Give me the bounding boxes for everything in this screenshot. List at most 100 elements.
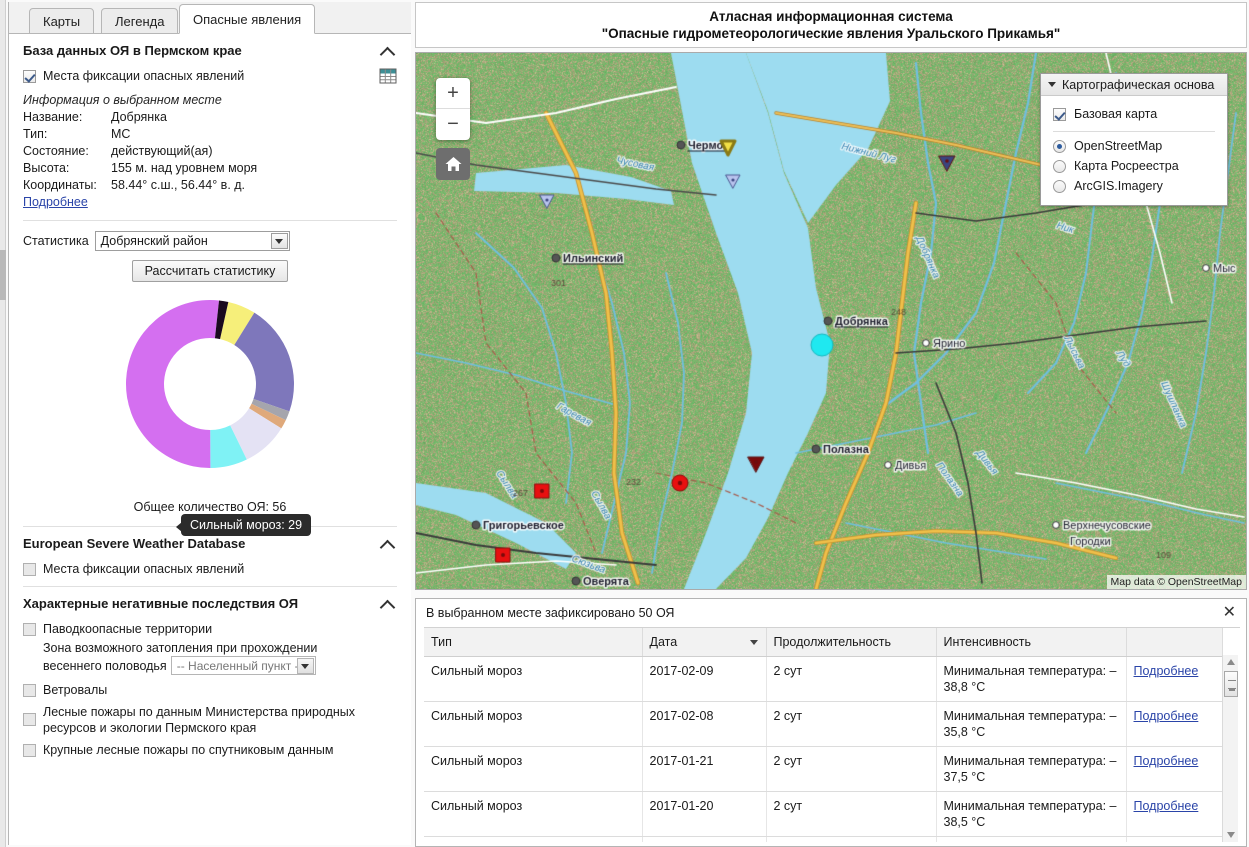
region-select-value: Добрянский район [100,234,208,248]
info-key: Высота: [23,161,70,175]
events-table-panel: В выбранном месте зафиксировано 50 ОЯ ✕ … [415,598,1247,847]
flood-settlement-row: весеннего половодья -- Населенный пункт … [9,656,411,675]
info-key: Состояние: [23,144,89,158]
basemap-checkbox[interactable] [1053,107,1066,121]
events-table-header: В выбранном месте зафиксировано 50 ОЯ ✕ [416,599,1246,627]
info-value: МС [111,127,131,141]
layer-control-title: Картографическая основа [1062,77,1215,92]
table-row[interactable]: Сильный мороз 2017-02-08 2 сут Минимальная … [424,701,1223,747]
satellite-fires-checkbox[interactable] [23,744,36,757]
eswd-places-label: Места фиксации опасных явлений [43,562,245,576]
cell-duration: 2 сут [766,701,937,747]
eswd-places-checkbox[interactable] [23,563,36,576]
table-row[interactable]: Сильный мороз 2017-02-09 2 сут Минимальная … [424,656,1223,702]
scroll-up-button[interactable] [1223,655,1239,669]
map-attribution: Map data © OpenStreetMap [1106,575,1246,589]
radio-osm[interactable] [1053,139,1066,153]
windfall-row: Ветровалы [9,679,411,701]
cell-intensity: Минимальная температура: –38,5 °С [936,791,1127,837]
windfall-checkbox[interactable] [23,684,36,697]
events-grid: Тип Дата Продолжительность Интенсивность… [424,627,1240,842]
cell-duration: 12 ч [766,836,937,842]
page-title-line2: "Опасные гидрометеорологические явления … [601,26,1061,41]
scroll-down-button[interactable] [1223,828,1239,842]
consequences-section-header: Характерные негативные последствия ОЯ [9,587,411,618]
info-row: Высота: 155 м. над уровнем моря [23,160,397,177]
details-link[interactable]: Подробнее [1134,664,1199,678]
satellite-fires-row: Крупные лесные пожары по спутниковым дан… [9,739,411,761]
cell-intensity: Количество осадков: 32 мм [936,836,1127,842]
table-scrollbar[interactable] [1222,655,1238,842]
cell-details-link[interactable]: Подробнее [1126,791,1223,837]
home-button[interactable] [436,148,470,180]
map-view[interactable]: + − Картографическая основа Базовая карт… [415,52,1247,590]
zoom-out-button[interactable]: − [436,109,470,140]
settlement-select[interactable]: -- Населенный пункт -- [170,656,316,675]
chevron-down-icon[interactable] [270,233,288,249]
cell-details-link[interactable]: Подробнее [1126,701,1223,747]
db-places-label: Места фиксации опасных явлений [43,69,245,83]
db-section-header: База данных ОЯ в Пермском крае [9,34,411,65]
db-places-checkbox[interactable] [23,70,36,83]
table-row[interactable]: Сильный мороз 2017-01-21 2 сут Минимальная … [424,746,1223,792]
calculate-statistics-button[interactable]: Рассчитать статистику [131,260,289,282]
cell-type: Очень сильный дождь [424,836,643,842]
chevron-up-icon[interactable] [379,597,397,611]
sort-descending-icon[interactable] [749,640,758,645]
flood-areas-checkbox[interactable] [23,623,36,636]
column-header-intensity[interactable]: Интенсивность [936,628,1127,657]
cell-type: Сильный мороз [424,701,643,747]
cell-details-link[interactable]: Подробнее [1126,746,1223,792]
details-link[interactable]: Подробнее [1134,754,1199,768]
place-info-block: Информация о выбранном месте Название: Д… [9,87,411,211]
tab-hazards[interactable]: Опасные явления [179,4,316,34]
tab-legend[interactable]: Легенда [101,8,179,34]
cell-details-link[interactable]: Подробнее [1126,656,1223,702]
chevron-down-icon[interactable] [296,658,314,674]
eswd-places-row: Места фиксации опасных явлений [9,558,411,586]
cell-details-link[interactable]: Подробнее [1126,836,1223,842]
home-icon [445,157,461,171]
column-header-date[interactable]: Дата [642,628,767,657]
scrollbar-thumb[interactable] [1224,671,1238,697]
zoom-control: + − [436,78,470,140]
info-key: Координаты: [23,178,97,192]
chevron-up-icon[interactable] [379,44,397,58]
window-scroll-thumb[interactable] [0,250,6,300]
basemap-option-label: OpenStreetMap [1074,139,1163,153]
zoom-in-button[interactable]: + [436,78,470,109]
place-info-heading: Информация о выбранном месте [23,93,222,107]
details-link[interactable]: Подробнее [1134,799,1199,813]
flood-areas-row: Паводкоопасные территории [9,618,411,640]
cell-date: 2017-02-08 [642,701,767,747]
basemap-option-arcgis[interactable]: ArcGIS.Imagery [1051,176,1217,196]
consequences-section-title: Характерные негативные последствия ОЯ [23,596,299,611]
basemap-option-osm[interactable]: OpenStreetMap [1051,136,1217,156]
region-select[interactable]: Добрянский район [94,231,290,251]
table-grid-icon[interactable] [379,68,397,84]
ministry-fires-checkbox[interactable] [23,713,36,726]
table-row[interactable]: Очень сильный дождь2016-10-0612 чКоличес… [424,836,1223,842]
close-icon[interactable]: ✕ [1223,605,1236,621]
table-row[interactable]: Сильный мороз 2017-01-20 2 сут Минимальная … [424,791,1223,837]
info-key: Название: [23,110,83,124]
donut-slice[interactable] [126,300,220,468]
column-header-duration[interactable]: Продолжительность [766,628,937,657]
details-link[interactable]: Подробнее [1134,709,1199,723]
tab-maps[interactable]: Карты [29,8,95,34]
radio-arcgis[interactable] [1053,179,1066,193]
panel-body: База данных ОЯ в Пермском крае Места фик… [9,34,411,845]
events-table: Тип Дата Продолжительность Интенсивность… [424,628,1223,842]
place-more-link[interactable]: Подробнее [23,195,88,209]
cell-duration: 2 сут [766,656,937,702]
info-row: Координаты: 58.44° с.ш., 56.44° в. д. [23,177,397,194]
layer-control-header[interactable]: Картографическая основа [1041,74,1227,96]
basemap-option-rosreestr[interactable]: Карта Росреестра [1051,156,1217,176]
radio-rosreestr[interactable] [1053,159,1066,173]
window-scroll-strip[interactable] [0,0,6,847]
chevron-down-icon [1048,82,1056,87]
column-header-type[interactable]: Тип [424,628,643,657]
events-table-body: Сильный мороз 2017-02-09 2 сут Минимальная … [424,656,1223,842]
chevron-up-icon[interactable] [379,537,397,551]
cell-type: Сильный мороз [424,656,643,702]
